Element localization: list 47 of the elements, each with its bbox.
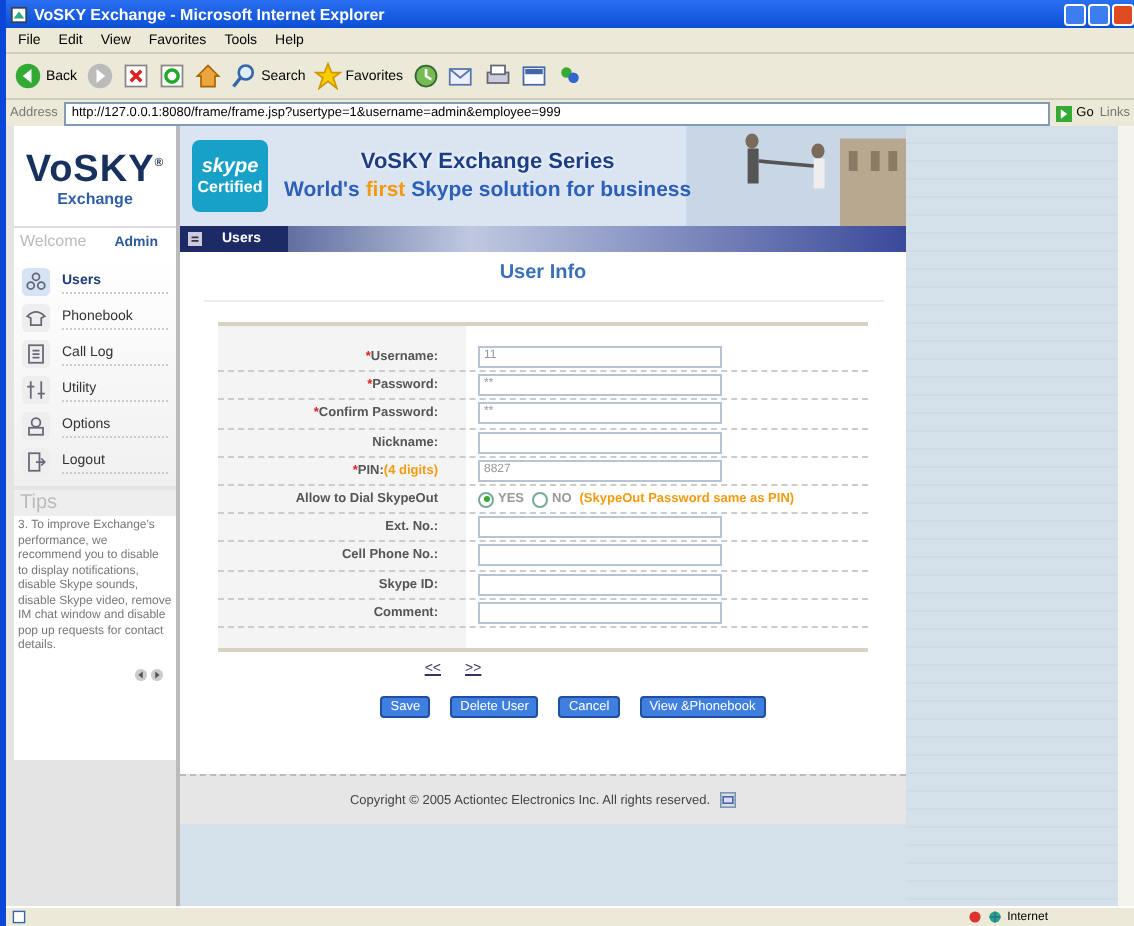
stop-icon <box>121 62 150 90</box>
edit-icon <box>519 62 548 90</box>
browser-icon <box>10 5 28 23</box>
list-icon[interactable] <box>22 340 50 368</box>
logo: VoSKY$^{®}$ <box>25 146 165 191</box>
close-button[interactable] <box>1112 3 1134 25</box>
people-icon[interactable] <box>22 268 50 296</box>
search-icon <box>229 62 258 90</box>
print-button[interactable] <box>483 62 512 90</box>
input-field[interactable] <box>478 601 722 624</box>
options-icon[interactable] <box>22 412 50 440</box>
home-icon <box>193 62 222 90</box>
input-field[interactable] <box>478 431 722 454</box>
stop-button[interactable] <box>121 62 150 90</box>
input-field[interactable] <box>478 544 722 567</box>
print-icon <box>483 62 512 90</box>
maximize-button[interactable] <box>1088 3 1110 25</box>
refresh-button[interactable] <box>157 62 186 90</box>
forward-icon <box>85 62 114 90</box>
history-icon <box>411 62 440 90</box>
window-title: VoSKY Exchange - Microsoft Internet Explorer <box>34 5 387 23</box>
input-field[interactable] <box>478 573 722 596</box>
edit-button[interactable] <box>519 62 548 90</box>
page-title: User Info <box>203 252 883 302</box>
next-icon[interactable] <box>150 667 164 681</box>
banner-heading: VoSKY Exchange Series <box>360 150 615 174</box>
home-button[interactable] <box>193 62 222 90</box>
star-icon <box>313 62 342 90</box>
input-field[interactable] <box>478 516 722 539</box>
product-name: Exchange <box>57 190 133 209</box>
globe-icon <box>987 910 1002 924</box>
banner-tagline: World's first Skype solution for business <box>284 178 692 202</box>
exit-icon[interactable] <box>22 448 50 476</box>
history-button[interactable] <box>411 62 440 90</box>
minimize-button[interactable] <box>1064 3 1086 25</box>
previous-icon[interactable] <box>134 667 148 681</box>
tools-icon[interactable] <box>22 376 50 404</box>
mail-icon <box>447 62 476 90</box>
certified-badge: skype Certified <box>192 140 268 212</box>
welcome-label: Welcome <box>20 232 87 250</box>
security-icon <box>967 910 982 924</box>
back-icon <box>14 62 42 90</box>
list-icon <box>188 232 202 246</box>
telephone-icon[interactable] <box>22 304 50 332</box>
mail-icon[interactable] <box>720 792 736 808</box>
mail-button[interactable] <box>447 62 476 90</box>
refresh-icon <box>157 62 186 90</box>
